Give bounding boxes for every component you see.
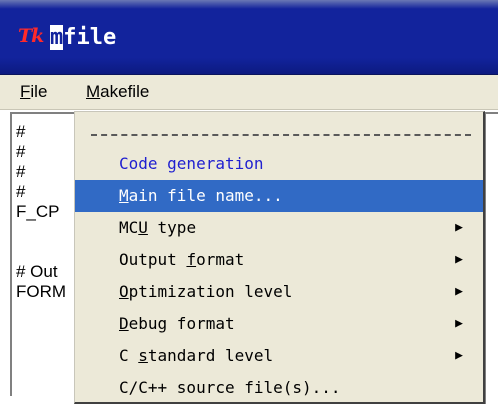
title-rest: file: [63, 25, 117, 50]
menu-heading-code-generation: Code generation: [75, 148, 483, 180]
menu-item-output-format[interactable]: Output format ▶: [75, 244, 483, 276]
menu-item-mcu-type[interactable]: MCU type ▶: [75, 212, 483, 244]
text-line: #: [16, 122, 26, 141]
makefile-dropdown-menu: Code generation Main file name... MCU ty…: [74, 111, 485, 404]
menu-item-label: Code generation: [119, 154, 264, 173]
menu-file[interactable]: File: [14, 75, 53, 109]
menu-bar: File Makefile: [0, 75, 498, 110]
submenu-arrow-icon: ▶: [455, 252, 463, 267]
menu-item-label: MCU type: [119, 218, 197, 237]
menu-item-label: Optimization level: [119, 282, 293, 301]
menu-makefile-mnemonic: M: [86, 82, 101, 101]
menu-item-label: Main file name...: [119, 186, 283, 205]
menu-item-optimization-level[interactable]: Optimization level ▶: [75, 276, 483, 308]
menu-makefile-label: akefile: [100, 82, 150, 101]
text-line: #: [16, 162, 26, 181]
text-line: #: [16, 182, 26, 201]
tk-icon[interactable]: Tk: [18, 25, 44, 47]
menu-item-label: Output format: [119, 250, 245, 269]
menu-item-c-standard-level[interactable]: C standard level ▶: [75, 340, 483, 372]
submenu-arrow-icon: ▶: [455, 284, 463, 299]
submenu-arrow-icon: ▶: [455, 220, 463, 235]
text-line: FORM: [16, 282, 67, 301]
text-line: # Out: [16, 262, 58, 281]
text-line: F_CP: [16, 202, 60, 221]
submenu-arrow-icon: ▶: [455, 316, 463, 331]
tearoff-line[interactable]: [75, 125, 483, 145]
submenu-arrow-icon: ▶: [455, 348, 463, 363]
title-first-char: m: [50, 25, 64, 50]
menu-item-label: C standard level: [119, 346, 274, 365]
text-line: [16, 222, 66, 242]
menu-item-label: C/C++ source file(s)...: [119, 378, 341, 397]
menu-item-debug-format[interactable]: Debug format ▶: [75, 308, 483, 340]
title-bar[interactable]: Tk mfile: [0, 0, 498, 75]
menu-file-mnemonic: F: [20, 82, 31, 101]
window-title: mfile: [50, 24, 116, 52]
text-line: #: [16, 142, 26, 161]
menu-item-main-file-name[interactable]: Main file name...: [75, 180, 483, 212]
menu-item-label: Debug format: [119, 314, 235, 333]
text-line: [16, 242, 66, 262]
menu-file-label: ile: [30, 82, 48, 101]
menu-makefile[interactable]: Makefile: [80, 75, 155, 109]
text-content: # # # # F_CP # Out FORM: [16, 122, 66, 302]
menu-item-source-files[interactable]: C/C++ source file(s)...: [75, 372, 483, 404]
